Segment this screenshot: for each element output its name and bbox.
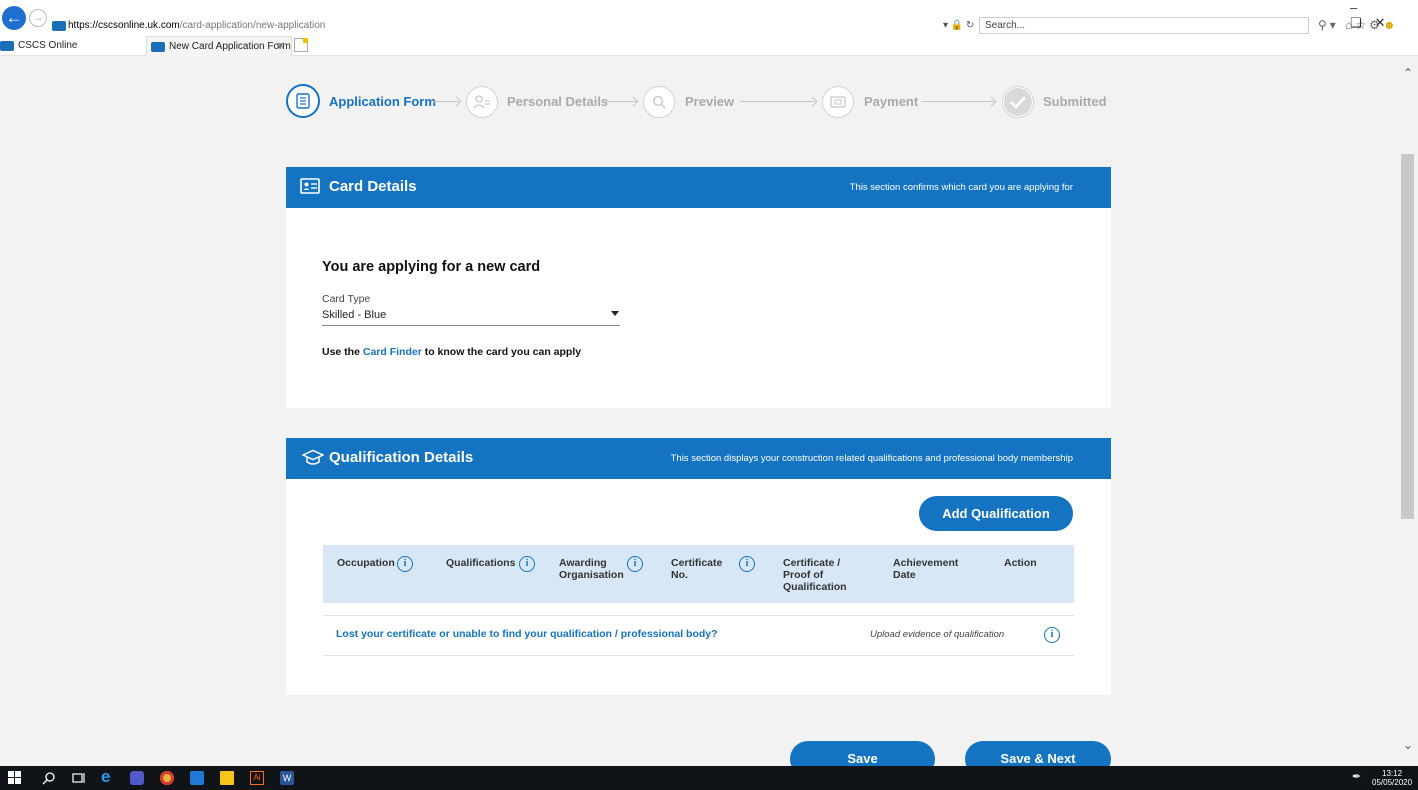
finder-suffix: to know the card you can apply	[424, 346, 582, 358]
lost-certificate-link[interactable]: Lost your certificate or unable to find …	[336, 628, 718, 640]
task-view-icon[interactable]	[72, 771, 86, 785]
qualification-details-subtitle: This section displays your construction …	[670, 453, 1073, 464]
info-icon[interactable]: i	[739, 556, 755, 572]
chrome-icon[interactable]	[160, 771, 174, 785]
qualification-details-panel: Qualification Details This section displ…	[286, 438, 1111, 695]
column-label: Achievement Date	[893, 557, 959, 581]
windows-start-icon[interactable]	[8, 771, 22, 785]
card-details-subtitle: This section confirms which card you are…	[849, 182, 1073, 193]
info-icon[interactable]: i	[627, 556, 643, 572]
outlook-icon[interactable]	[190, 771, 204, 785]
chevron-down-icon	[611, 311, 619, 316]
application-stepper: Application Form Personal Details Previe…	[0, 0, 1418, 140]
internet-explorer-icon[interactable]: e	[101, 768, 115, 785]
taskbar-clock[interactable]: 13:12 05/05/2020	[1372, 769, 1412, 787]
search-icon[interactable]	[42, 771, 56, 785]
id-card-icon	[300, 178, 320, 194]
card-type-value: Skilled - Blue	[322, 309, 387, 321]
scroll-thumb[interactable]	[1401, 154, 1414, 519]
step-label-payment: Payment	[864, 94, 919, 109]
info-icon[interactable]: i	[1044, 627, 1060, 643]
step-label-application-form: Application Form	[329, 94, 436, 109]
person-icon	[466, 86, 498, 118]
card-details-header: Card Details This section confirms which…	[286, 167, 1111, 208]
step-arrow	[921, 101, 994, 102]
card-finder-hint: Use the Card Finder to know the card you…	[322, 346, 581, 358]
column-label: Qualifications	[446, 557, 516, 569]
card-details-title: Card Details	[329, 178, 417, 195]
page-scrollbar[interactable]: ⌃ ⌄	[1398, 56, 1418, 766]
clock-date: 05/05/2020	[1372, 778, 1413, 787]
file-explorer-icon[interactable]	[220, 771, 234, 785]
finder-prefix: Use the	[322, 346, 360, 358]
step-arrow	[606, 101, 636, 102]
column-qualifications: Qualifications	[446, 557, 515, 569]
scroll-down-icon[interactable]: ⌄	[1403, 738, 1413, 752]
row-divider	[323, 615, 1074, 616]
card-type-select[interactable]: Skilled - Blue	[322, 305, 620, 326]
row-divider	[323, 655, 1074, 656]
info-icon[interactable]: i	[397, 556, 413, 572]
column-label: Awarding Organisation	[559, 557, 624, 581]
document-icon	[286, 84, 320, 118]
column-label: Certificate No.	[671, 557, 723, 581]
checkmark-icon	[1002, 86, 1034, 118]
info-icon[interactable]: i	[519, 556, 535, 572]
column-occupation: Occupation	[337, 557, 395, 569]
card-type-label: Card Type	[322, 293, 371, 305]
qualification-details-header: Qualification Details This section displ…	[286, 438, 1111, 479]
column-action: Action	[1004, 557, 1037, 569]
apply-heading: You are applying for a new card	[322, 259, 541, 275]
pen-icon[interactable]: ✒	[1352, 770, 1361, 783]
payment-card-icon	[822, 86, 854, 118]
column-label: Certificate / Proof of Qualification	[783, 557, 847, 593]
column-label: Action	[1004, 557, 1037, 569]
card-finder-link[interactable]: Card Finder	[363, 346, 422, 358]
qualification-details-title: Qualification Details	[329, 449, 474, 466]
illustrator-icon[interactable]: Ai	[250, 771, 264, 785]
column-awarding-organisation: Awarding Organisation	[559, 557, 624, 581]
step-label-preview: Preview	[685, 94, 735, 109]
windows-taskbar: e Ai W ✒ 13:12 05/05/2020	[0, 766, 1418, 790]
step-arrow	[740, 101, 815, 102]
magnifier-icon	[643, 86, 675, 118]
qualification-table-header: Occupation i Qualifications i Awarding O…	[323, 545, 1074, 603]
clock-time: 13:12	[1382, 769, 1403, 778]
card-details-panel: Card Details This section confirms which…	[286, 167, 1111, 408]
step-label-submitted: Submitted	[1043, 94, 1107, 109]
teams-icon[interactable]	[130, 771, 144, 785]
step-arrow	[433, 101, 459, 102]
word-icon[interactable]: W	[280, 771, 294, 785]
step-label-personal-details: Personal Details	[507, 94, 609, 109]
column-certificate-proof: Certificate / Proof of Qualification	[783, 557, 869, 593]
column-label: Occupation	[337, 557, 395, 569]
graduation-cap-icon	[302, 449, 324, 465]
column-achievement-date: Achievement Date	[893, 557, 971, 581]
column-certificate-no: Certificate No.	[671, 557, 733, 581]
upload-evidence-text: Upload evidence of qualification	[870, 629, 1005, 640]
add-qualification-button[interactable]: Add Qualification	[919, 496, 1073, 531]
